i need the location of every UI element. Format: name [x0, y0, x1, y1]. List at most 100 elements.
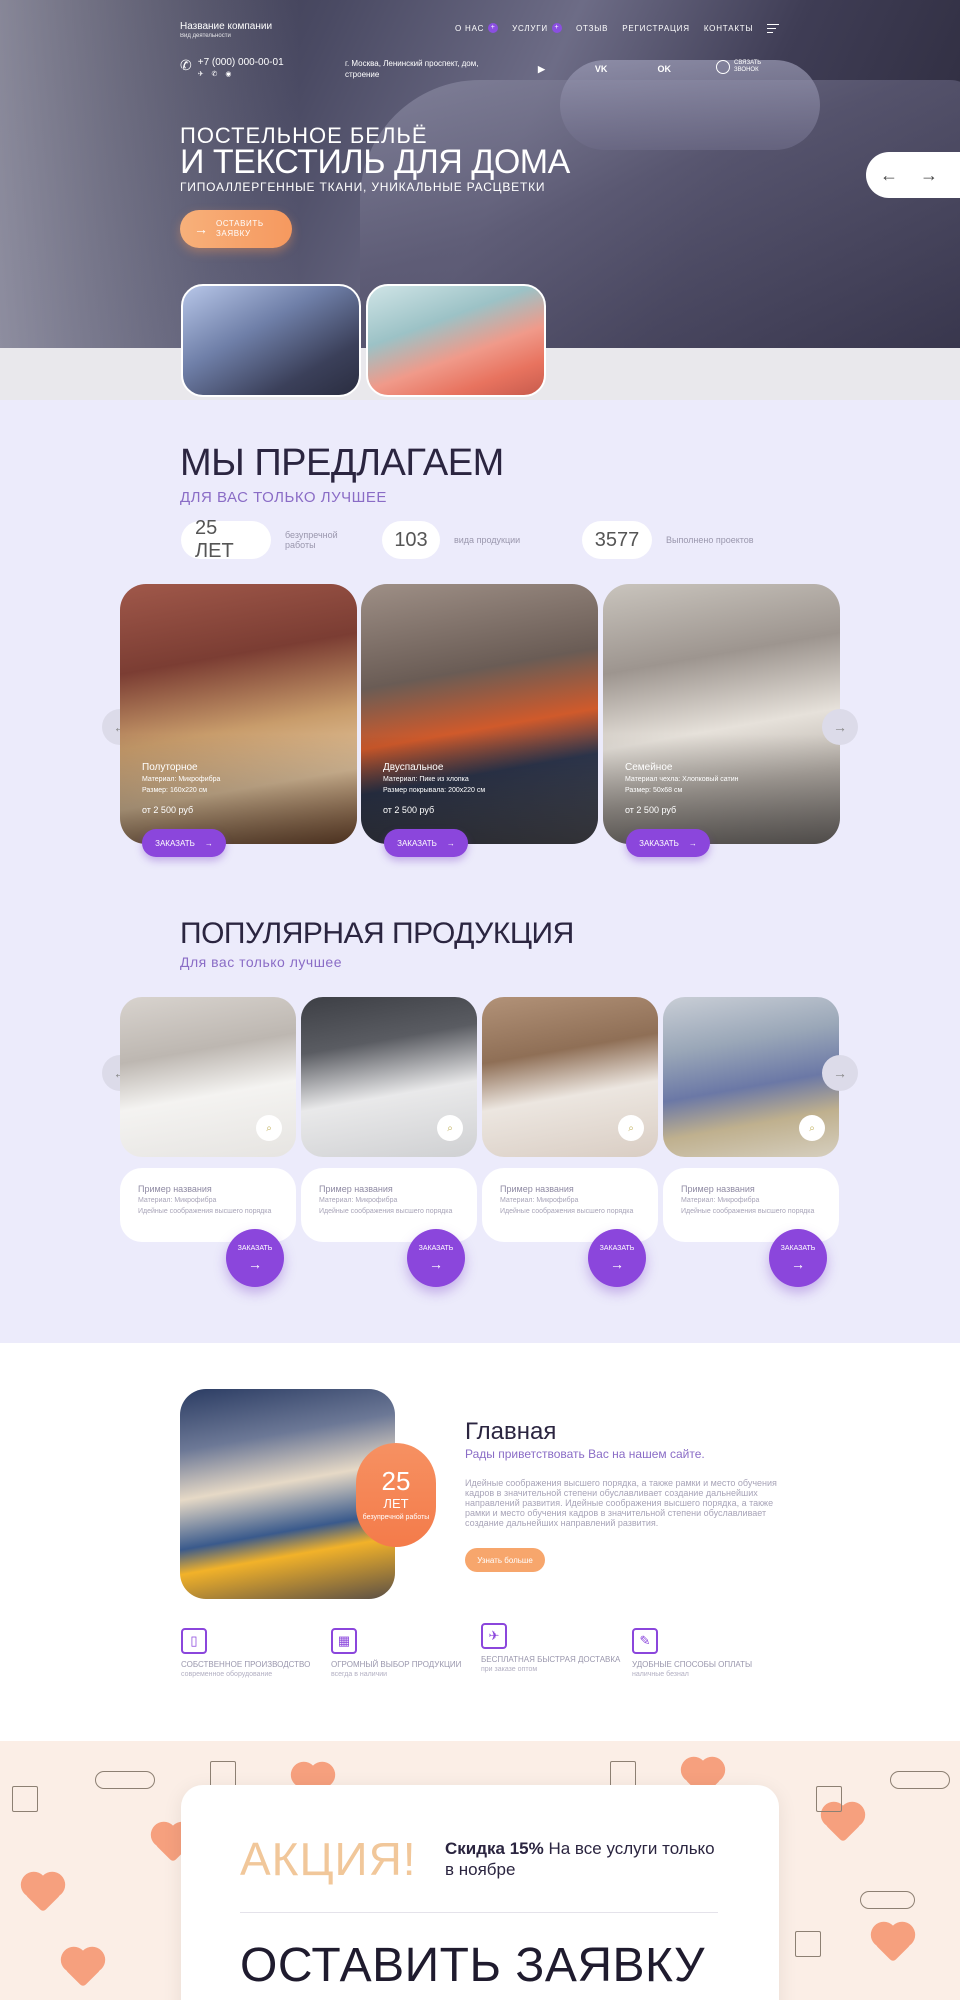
promo-discount-bold: Скидка 15%: [445, 1839, 544, 1858]
arrow-right-icon[interactable]: →: [920, 165, 938, 186]
product-desc: Идейные соображения высшего порядка: [319, 1208, 453, 1215]
card-title: Семейное: [625, 762, 673, 773]
product-image-3[interactable]: ⌕: [482, 997, 658, 1157]
nav-item-services[interactable]: УСЛУГИ +: [512, 23, 562, 33]
feature-title: СОБСТВЕННОЕ ПРОИЗВОДСТВО: [181, 1660, 311, 1669]
product-order-button-2[interactable]: ЗАКАЗАТЬ →: [407, 1229, 465, 1287]
nav-item-registration[interactable]: РЕГИСТРАЦИЯ: [622, 24, 690, 33]
zoom-icon[interactable]: ⌕: [256, 1115, 282, 1141]
hero-thumbnail-2[interactable]: [366, 284, 546, 397]
feature-delivery: ✈ БЕСПЛАТНАЯ БЫСТРАЯ ДОСТАВКА при заказе…: [481, 1623, 631, 1673]
years-note: безупречной работы: [362, 1514, 430, 1521]
ok-icon[interactable]: OK: [657, 64, 671, 75]
product-info-2: Пример названия Материал: Микрофибра Иде…: [301, 1168, 477, 1242]
order-button-3[interactable]: ЗАКАЗАТЬ →: [626, 829, 710, 857]
stat-projects: 3577 Выполнено проектов: [582, 521, 766, 559]
arrow-right-icon: →: [446, 838, 455, 848]
feature-title: УДОБНЫЕ СПОСОБЫ ОПЛАТЫ: [632, 1660, 753, 1669]
hero-cta-button[interactable]: → ОСТАВИТЬ ЗАЯВКУ: [180, 210, 292, 248]
order-button-2[interactable]: ЗАКАЗАТЬ →: [384, 829, 468, 857]
stat-label: безупречной работы: [285, 530, 338, 550]
product-order-button-4[interactable]: ЗАКАЗАТЬ →: [769, 1229, 827, 1287]
product-name: Пример названия: [500, 1184, 574, 1194]
hero-cta-line1: ОСТАВИТЬ: [216, 219, 264, 228]
nav-item-reviews[interactable]: ОТЗЫВ: [576, 24, 608, 33]
years-value: 25: [381, 1466, 411, 1496]
stat-value: 3577: [582, 521, 652, 559]
zoom-icon[interactable]: ⌕: [618, 1115, 644, 1141]
arrow-left-icon[interactable]: ←: [880, 165, 898, 186]
cloud-icon: [860, 1891, 915, 1909]
vk-icon[interactable]: VK: [595, 64, 608, 75]
nav-item-about[interactable]: О НАС +: [455, 23, 499, 33]
nav-label: УСЛУГИ: [512, 23, 548, 33]
address: г. Москва, Ленинский проспект, дом, стро…: [345, 59, 479, 79]
menu-icon[interactable]: [767, 23, 780, 33]
nav-label: О НАС: [455, 23, 485, 33]
product-order-button-1[interactable]: ЗАКАЗАТЬ →: [226, 1229, 284, 1287]
feature-sub: наличные безнал: [632, 1671, 689, 1678]
popular-next-arrow[interactable]: →: [822, 1055, 858, 1091]
about-text: Идейные соображения высшего порядка, а т…: [465, 1478, 777, 1528]
product-order-label: ЗАКАЗАТЬ: [599, 1244, 635, 1252]
call-me-button[interactable]: СВЯЗАТЬ ЗВОНОК: [716, 60, 768, 74]
phone-icon: ✆: [180, 57, 192, 73]
offer-next-arrow[interactable]: →: [822, 709, 858, 745]
offer-subtitle: ДЛЯ ВАС ТОЛЬКО ЛУЧШЕЕ: [180, 489, 387, 506]
nav-label: ОТЗЫВ: [575, 23, 609, 33]
feather-icon: ✎: [632, 1628, 658, 1654]
learn-more-button[interactable]: Узнать больше: [465, 1548, 545, 1572]
offer-card-3[interactable]: Семейное Материал чехла: Хлопковый сатин…: [603, 584, 840, 844]
hero-thumbnail-1[interactable]: [181, 284, 361, 397]
card-info: Двуспальное Материал: Пике из хлопка Раз…: [383, 762, 485, 815]
heart-icon: [24, 1875, 62, 1913]
card-title: Полуторное: [142, 762, 198, 773]
arrow-right-icon: →: [791, 1255, 805, 1272]
brand[interactable]: Название компании Вид деятельности: [180, 21, 272, 39]
promo-cta-link[interactable]: ОСТАВИТЬ ЗАЯВКУ: [240, 1938, 705, 1993]
card-title: Двуспальное: [383, 762, 444, 773]
product-material: Материал: Микрофибра: [681, 1197, 760, 1204]
cloud-icon: [890, 1771, 950, 1789]
product-desc: Идейные соображения высшего порядка: [681, 1208, 815, 1215]
youtube-icon[interactable]: ▶: [538, 64, 545, 75]
order-label: ЗАКАЗАТЬ: [639, 838, 679, 848]
zoom-icon[interactable]: ⌕: [437, 1115, 463, 1141]
product-image-2[interactable]: ⌕: [301, 997, 477, 1157]
gift-icon: [210, 1761, 236, 1787]
order-button-1[interactable]: ЗАКАЗАТЬ →: [142, 829, 226, 857]
feature-title: БЕСПЛАТНАЯ БЫСТРАЯ ДОСТАВКА: [481, 1655, 621, 1664]
order-label: ЗАКАЗАТЬ: [155, 838, 195, 848]
delivery-icon: ✈: [481, 1623, 507, 1649]
product-order-label: ЗАКАЗАТЬ: [237, 1244, 273, 1252]
feature-payment: ✎ УДОБНЫЕ СПОСОБЫ ОПЛАТЫ наличные безнал: [632, 1628, 782, 1678]
zoom-icon[interactable]: ⌕: [799, 1115, 825, 1141]
gift-icon: [816, 1786, 842, 1812]
arrow-right-icon: →: [194, 221, 208, 237]
product-order-label: ЗАКАЗАТЬ: [418, 1244, 454, 1252]
years-unit: ЛЕТ: [383, 1496, 409, 1511]
product-image-4[interactable]: ⌕: [663, 997, 839, 1157]
feature-assortment: ▦ ОГРОМНЫЙ ВЫБОР ПРОДУКЦИИ всегда в нали…: [331, 1628, 481, 1678]
dropdown-icon: +: [488, 23, 499, 33]
product-order-button-3[interactable]: ЗАКАЗАТЬ →: [588, 1229, 646, 1287]
phone-number[interactable]: +7 (000) 000-00-01: [198, 57, 284, 68]
offer-card-2[interactable]: Двуспальное Материал: Пике из хлопка Раз…: [361, 584, 598, 844]
card-price: от 2 500 руб: [142, 805, 194, 815]
nav-item-contacts[interactable]: КОНТАКТЫ: [704, 24, 754, 33]
messenger-icons[interactable]: ✈ ✆ ◉: [198, 70, 284, 78]
product-name: Пример названия: [138, 1184, 212, 1194]
main-nav: О НАС + УСЛУГИ + ОТЗЫВ РЕГИСТРАЦИЯ КОНТА…: [455, 23, 780, 33]
stat-value: 25 ЛЕТ: [181, 517, 271, 562]
card-line1: Материал чехла: Хлопковый сатин: [625, 776, 739, 783]
card-line2: Размер покрывала: 200х220 см: [383, 787, 486, 794]
offer-card-1[interactable]: Полуторное Материал: Микрофибра Размер: …: [120, 584, 357, 844]
hero-title-line2: И ТЕКСТИЛЬ ДЛЯ ДОМА: [180, 143, 570, 181]
promo-divider: [240, 1912, 718, 1913]
product-order-label: ЗАКАЗАТЬ: [780, 1244, 816, 1252]
product-image-1[interactable]: ⌕: [120, 997, 296, 1157]
product-material: Материал: Микрофибра: [319, 1197, 398, 1204]
gift-icon: [795, 1931, 821, 1957]
arrow-right-icon: →: [429, 1255, 443, 1272]
card-line2: Размер: 50х68 см: [625, 787, 683, 794]
